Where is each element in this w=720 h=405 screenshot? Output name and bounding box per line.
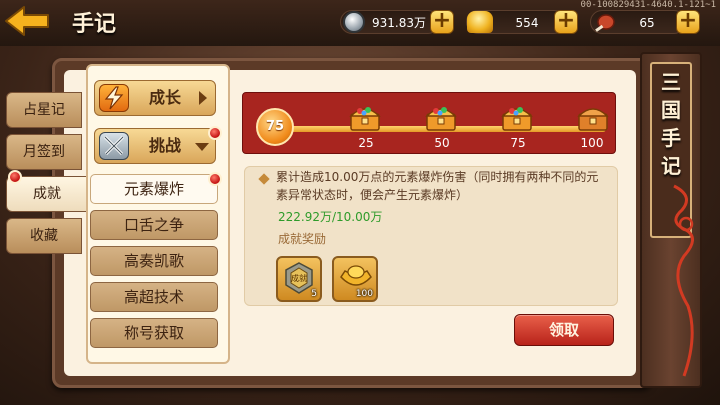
reward-achievement-badge[interactable]: 成就 5 (276, 256, 322, 302)
progress-badge: 75 (256, 108, 294, 146)
notification-dot (208, 126, 222, 140)
banner-char: 记 (661, 154, 681, 178)
gold-ingot-icon (467, 11, 493, 33)
category-challenge-label: 挑战 (149, 136, 182, 155)
sub-item-verbal-fight[interactable]: 口舌之争 (90, 210, 218, 240)
add-silver-button[interactable]: + (430, 10, 454, 34)
claim-button[interactable]: 领取 (514, 314, 614, 346)
stamina-value: 65 (639, 16, 655, 30)
banner-char: 三 (661, 70, 681, 94)
reward-gold-ingot[interactable]: 100 (332, 256, 378, 302)
red-rope-icon (673, 184, 694, 377)
back-button[interactable] (4, 5, 52, 37)
chevron-down-icon (195, 143, 209, 151)
silver-resource: 931.83万 (340, 10, 440, 34)
milestone-chest-icon[interactable] (348, 104, 382, 132)
milestone-label: 100 (580, 136, 604, 150)
milestone-label: 25 (358, 136, 374, 150)
tab-astrology[interactable]: 占星记 (6, 92, 82, 128)
back-arrow-icon (5, 6, 49, 36)
sub-item-element-burst[interactable]: 元素爆炸 (90, 174, 218, 204)
banner-char: 手 (661, 126, 681, 150)
sub-item-title-obtain[interactable]: 称号获取 (90, 318, 218, 348)
banner-char: 国 (661, 98, 681, 122)
add-stamina-button[interactable]: + (676, 10, 700, 34)
milestone-label: 75 (510, 136, 526, 150)
chevron-right-icon (199, 91, 207, 105)
sub-item-triumph-song[interactable]: 高奏凯歌 (90, 246, 218, 276)
reward-title: 成就奖励 (278, 232, 327, 246)
sub-item-superb-skill[interactable]: 高超技术 (90, 282, 218, 312)
stamina-resource: 65 (590, 10, 686, 34)
silver-value: 931.83万 (372, 16, 426, 30)
achievement-description: 累计造成10.00万点的元素爆炸伤害（同时拥有两种不同的元素异常状态时，便会产生… (276, 170, 599, 202)
achievement-progress: 222.92万/10.00万 (278, 210, 383, 224)
category-growth-label: 成长 (149, 88, 182, 107)
milestone-chest-icon[interactable] (424, 104, 458, 132)
category-challenge-button[interactable]: 挑战 (94, 128, 216, 164)
badge-text: 成就 (291, 273, 307, 283)
tab-collection[interactable]: 收藏 (6, 218, 82, 254)
notification-dot (8, 170, 22, 184)
reward-qty: 5 (311, 289, 317, 299)
gold-value: 554 (515, 16, 539, 30)
meat-icon (595, 14, 615, 32)
page-title: 手记 (72, 12, 117, 37)
notification-dot (208, 172, 222, 186)
tab-monthly-signin[interactable]: 月签到 (6, 134, 82, 170)
reward-qty: 100 (355, 289, 373, 299)
crossed-swords-icon (99, 132, 129, 160)
milestone-label: 50 (434, 136, 450, 150)
category-growth-button[interactable]: 成长 (94, 80, 216, 116)
milestone-chest-icon[interactable] (576, 104, 610, 132)
gold-resource: 554 (466, 10, 566, 34)
milestone-chest-icon[interactable] (500, 104, 534, 132)
lightning-icon (99, 84, 129, 112)
add-gold-button[interactable]: + (554, 10, 578, 34)
silver-coin-icon (343, 11, 365, 33)
